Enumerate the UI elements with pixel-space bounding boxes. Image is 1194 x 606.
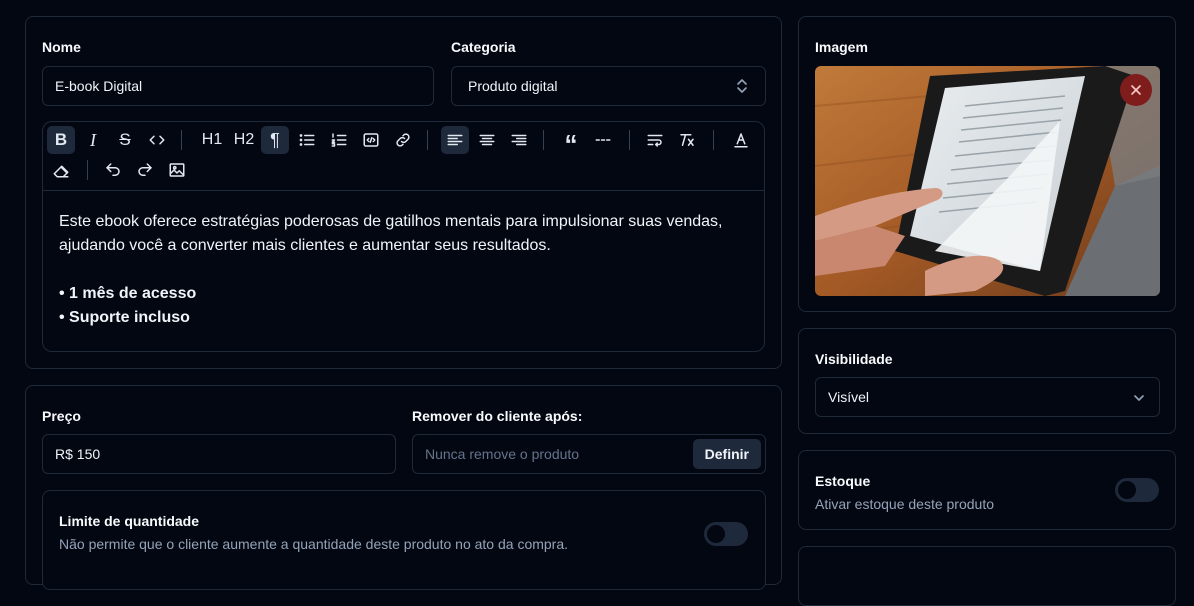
name-input[interactable]: E-book Digital <box>42 66 434 106</box>
description-paragraph: Este ebook oferece estratégias poderosas… <box>59 213 723 254</box>
bullet-list: • 1 mês de acesso • Suporte incluso <box>59 282 749 330</box>
italic-icon[interactable]: I <box>79 126 107 154</box>
clear-formatting-icon[interactable] <box>673 126 701 154</box>
price-input[interactable]: R$ 150 <box>42 434 396 474</box>
image-card: Imagem <box>798 16 1176 312</box>
paragraph-icon[interactable]: ¶ <box>261 126 289 154</box>
next-card <box>798 546 1176 606</box>
remove-after-placeholder: Nunca remove o produto <box>425 446 580 462</box>
editor-content[interactable]: Este ebook oferece estratégias poderosas… <box>59 210 749 330</box>
visibility-card: Visibilidade Visível <box>798 328 1176 434</box>
visibility-select[interactable]: Visível <box>815 377 1160 417</box>
remove-after-input[interactable]: Nunca remove o produto Definir <box>412 434 766 474</box>
quantity-limit-toggle[interactable] <box>704 522 748 546</box>
toolbar-divider <box>713 130 714 150</box>
hard-break-icon[interactable] <box>641 126 669 154</box>
x-icon <box>1131 85 1141 95</box>
stock-description: Ativar estoque deste produto <box>815 496 995 512</box>
code-block-icon[interactable] <box>357 126 385 154</box>
toggle-knob <box>707 525 725 543</box>
remove-image-button[interactable] <box>1120 74 1152 106</box>
visibility-label: Visibilidade <box>815 351 893 367</box>
pricing-card: Preço R$ 150 Remover do cliente após: Nu… <box>25 385 782 590</box>
align-left-icon[interactable] <box>441 126 469 154</box>
undo-icon[interactable] <box>99 156 127 184</box>
quantity-limit-description: Não permite que o cliente aumente a quan… <box>59 536 569 552</box>
name-label: Nome <box>42 39 81 55</box>
blockquote-icon[interactable]: “ <box>557 126 585 157</box>
category-value: Produto digital <box>468 78 558 94</box>
horizontal-rule-icon[interactable] <box>589 126 617 154</box>
category-select[interactable]: Produto digital <box>451 66 766 106</box>
heading-1-label: H1 <box>201 131 223 148</box>
list-item-text: 1 mês de acesso <box>69 285 197 302</box>
category-label: Categoria <box>451 39 516 55</box>
image-label: Imagem <box>815 39 868 55</box>
link-icon[interactable] <box>389 126 417 154</box>
editor-toolbar: B I S H1 H2 ¶ “ <box>43 122 764 191</box>
text-color-icon[interactable] <box>727 126 755 154</box>
chevrons-up-down-icon <box>735 78 749 97</box>
toolbar-divider <box>181 130 182 150</box>
heading-2-label: H2 <box>233 131 255 148</box>
align-center-icon[interactable] <box>473 126 501 154</box>
stock-title: Estoque <box>815 473 871 489</box>
product-image <box>815 66 1160 296</box>
list-item-text: Suporte incluso <box>69 309 190 326</box>
remove-after-label: Remover do cliente após: <box>412 408 583 424</box>
toolbar-divider <box>543 130 544 150</box>
list-item: • Suporte incluso <box>59 309 190 326</box>
product-info-card: Nome E-book Digital Categoria Produto di… <box>25 16 782 369</box>
chevron-down-icon <box>1133 391 1145 407</box>
bullet-list-icon[interactable] <box>293 126 321 154</box>
visibility-value: Visível <box>828 389 869 405</box>
bold-icon[interactable]: B <box>47 126 75 154</box>
heading-1-icon[interactable]: H1 <box>197 126 227 154</box>
quantity-limit-title: Limite de quantidade <box>59 513 200 529</box>
quantity-limit-card: Limite de quantidade Não permite que o c… <box>42 490 766 590</box>
ordered-list-icon[interactable] <box>325 126 353 154</box>
strikethrough-icon[interactable]: S <box>111 126 139 154</box>
stock-toggle[interactable] <box>1115 478 1159 502</box>
eraser-icon[interactable] <box>47 156 75 184</box>
redo-icon[interactable] <box>131 156 159 184</box>
image-icon[interactable] <box>163 156 191 184</box>
heading-2-icon[interactable]: H2 <box>229 126 259 154</box>
rich-text-editor[interactable]: B I S H1 H2 ¶ “ Este ebook oferece estra… <box>42 121 765 352</box>
define-button[interactable]: Definir <box>692 439 761 469</box>
list-item: • 1 mês de acesso <box>59 285 197 302</box>
toggle-knob <box>1118 481 1136 499</box>
toolbar-divider <box>87 160 88 180</box>
stock-card: Estoque Ativar estoque deste produto <box>798 450 1176 530</box>
price-label: Preço <box>42 408 81 424</box>
toolbar-divider <box>629 130 630 150</box>
code-icon[interactable] <box>143 126 171 154</box>
toolbar-divider <box>427 130 428 150</box>
align-right-icon[interactable] <box>505 126 533 154</box>
